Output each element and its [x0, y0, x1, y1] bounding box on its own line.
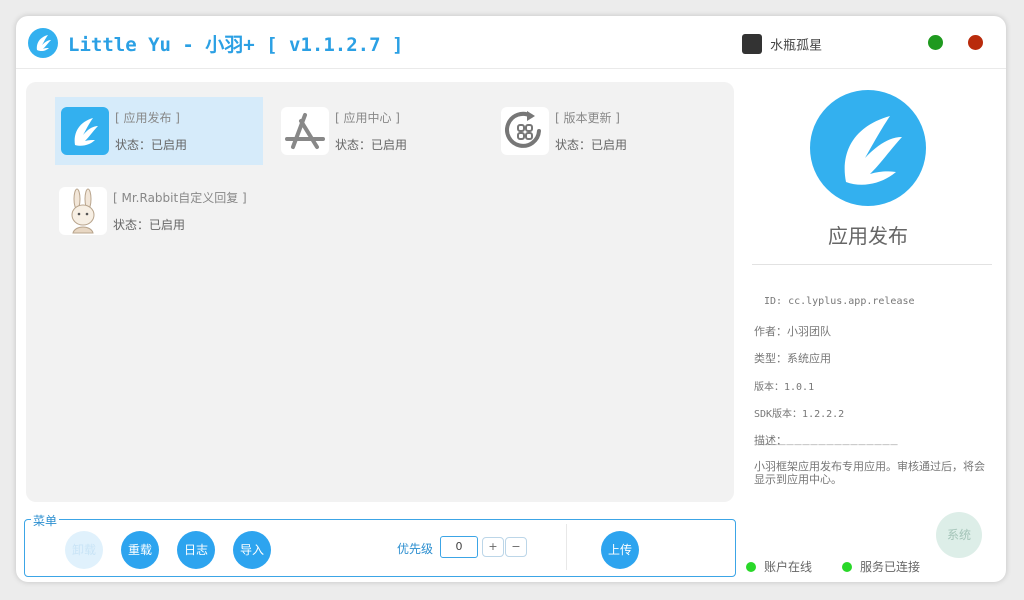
account-status: 账户在线 — [746, 558, 812, 575]
app-detail-panel: 应用发布 ID: cc.lyplus.app.release 作者：小羽团队 类… — [750, 82, 1000, 562]
service-status: 服务已连接 — [842, 558, 920, 575]
account-status-label: 账户在线 — [764, 560, 813, 574]
app-item-version-update[interactable]: [ 版本更新 ] 状态：已启用 — [495, 97, 703, 165]
app-store-icon — [281, 107, 329, 155]
upload-button[interactable]: 上传 — [601, 531, 639, 569]
app-item-app-center[interactable]: [ 应用中心 ] 状态：已启用 — [275, 97, 483, 165]
main-window: Little Yu - 小羽+ [ v1.1.2.7 ] 水瓶孤星 [ 应用发布… — [16, 16, 1006, 582]
description-rule: —————————————————— — [754, 440, 898, 449]
app-name: [ 版本更新 ] — [555, 111, 620, 125]
priority-decrement-button[interactable]: − — [505, 537, 527, 557]
account-online-indicator — [746, 561, 756, 572]
detail-description: 小羽框架应用发布专用应用。审核通过后，将会显示到应用中心。 — [754, 460, 985, 486]
window-title: Little Yu - 小羽+ [ v1.1.2.7 ] — [68, 34, 404, 56]
uninstall-button[interactable]: 卸载 — [65, 531, 103, 569]
menu-group: 菜单 卸载 重载 日志 导入 优先级 0 + − 上传 — [24, 512, 736, 577]
app-name: [ Mr.Rabbit自定义回复 ] — [113, 191, 247, 205]
minimize-button[interactable] — [928, 35, 943, 50]
release-logo-icon — [810, 90, 926, 206]
menu-legend: 菜单 — [31, 512, 60, 529]
app-name: [ 应用发布 ] — [115, 111, 180, 125]
app-status: 状态：已启用 — [115, 138, 188, 152]
title-bar: Little Yu - 小羽+ [ v1.1.2.7 ] 水瓶孤星 — [16, 16, 1006, 69]
priority-increment-button[interactable]: + — [482, 537, 504, 557]
priority-input[interactable]: 0 — [440, 536, 478, 558]
user-avatar — [742, 34, 762, 54]
app-name: [ 应用中心 ] — [335, 111, 400, 125]
version-update-icon — [501, 107, 549, 155]
reload-button[interactable]: 重载 — [121, 531, 159, 569]
menu-divider — [566, 524, 567, 570]
release-logo-icon — [61, 107, 109, 155]
import-button[interactable]: 导入 — [233, 531, 271, 569]
app-status: 状态：已启用 — [113, 218, 186, 232]
app-item-mr-rabbit[interactable]: [ Mr.Rabbit自定义回复 ] 状态：已启用 — [53, 177, 261, 245]
app-logo-icon — [28, 28, 58, 58]
user-profile[interactable]: 水瓶孤星 — [742, 34, 822, 54]
detail-sdk-version: SDK版本：1.2.2.2 — [754, 409, 845, 420]
divider — [752, 264, 992, 265]
detail-version: 版本：1.0.1 — [754, 382, 815, 393]
detail-id: ID: cc.lyplus.app.release — [764, 296, 915, 307]
app-status: 状态：已启用 — [335, 138, 408, 152]
app-status: 状态：已启用 — [555, 138, 628, 152]
rabbit-avatar-icon — [59, 187, 107, 235]
system-button[interactable]: 系统 — [936, 512, 982, 558]
log-button[interactable]: 日志 — [177, 531, 215, 569]
app-item-release[interactable]: [ 应用发布 ] 状态：已启用 — [55, 97, 263, 165]
priority-label: 优先级 — [397, 542, 434, 556]
detail-type: 类型：系统应用 — [754, 352, 831, 365]
detail-author: 作者：小羽团队 — [754, 325, 831, 338]
service-connected-indicator — [842, 561, 852, 572]
detail-title: 应用发布 — [828, 224, 908, 248]
service-status-label: 服务已连接 — [860, 560, 921, 574]
close-button[interactable] — [968, 35, 983, 50]
app-list-panel: [ 应用发布 ] 状态：已启用 [ 应用中心 ] 状态：已启用 [版本更新]… — [26, 82, 734, 502]
user-name: 水瓶孤星 — [770, 38, 823, 54]
